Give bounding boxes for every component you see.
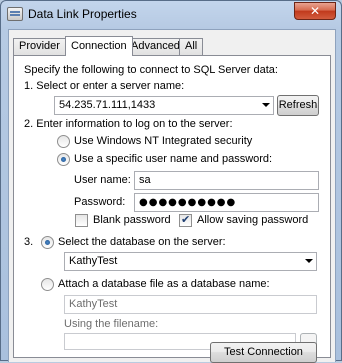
data-link-properties-window: Data Link Properties ✕ Provider Connecti…	[0, 0, 342, 363]
radio-nt-security-label: Use Windows NT Integrated security	[74, 135, 253, 147]
dialog-body: Provider Connection Advanced All Specify…	[8, 29, 336, 363]
tab-connection[interactable]: Connection	[65, 36, 133, 56]
title-bar: Data Link Properties ✕	[1, 1, 341, 29]
server-name-combo[interactable]: 54.235.71.111,1433	[54, 96, 274, 115]
blank-password-checkbox[interactable]	[75, 214, 88, 227]
blank-password-label: Blank password	[93, 214, 171, 226]
close-button[interactable]: ✕	[294, 2, 336, 20]
radio-select-database[interactable]	[41, 236, 54, 249]
window-title: Data Link Properties	[28, 7, 137, 21]
chevron-down-icon[interactable]	[262, 103, 270, 107]
using-filename-label: Using the filename:	[64, 318, 159, 330]
tab-provider[interactable]: Provider	[13, 38, 66, 55]
step2-label: 2. Enter information to log on to the se…	[24, 118, 233, 130]
radio-specific-user[interactable]	[57, 153, 70, 166]
password-label: Password:	[74, 196, 126, 208]
radio-attach-database-label: Attach a database file as a database nam…	[58, 278, 270, 290]
radio-select-database-label: Select the database on the server:	[58, 236, 226, 248]
username-label: User name:	[74, 174, 131, 186]
radio-specific-user-label: Use a specific user name and password:	[74, 153, 273, 165]
radio-nt-security[interactable]	[57, 135, 70, 148]
password-input[interactable]: ●●●●●●●●●●	[134, 193, 319, 212]
data-link-icon	[7, 7, 23, 21]
intro-text: Specify the following to connect to SQL …	[24, 64, 278, 76]
tab-advanced[interactable]: Advanced	[125, 38, 186, 55]
allow-saving-password-checkbox[interactable]	[179, 213, 192, 227]
refresh-button[interactable]: Refresh	[277, 95, 319, 116]
database-combo[interactable]: KathyTest	[64, 252, 317, 271]
allow-saving-password-label: Allow saving password	[197, 214, 309, 226]
step1-label: 1. Select or enter a server name:	[24, 80, 185, 92]
username-input[interactable]: sa	[134, 171, 319, 190]
database-value: KathyTest	[69, 255, 118, 267]
test-connection-button[interactable]: Test Connection	[210, 342, 317, 363]
server-name-value: 54.235.71.111,1433	[59, 99, 156, 111]
attach-database-name-input[interactable]: KathyTest	[64, 295, 317, 314]
connection-panel: Specify the following to connect to SQL …	[13, 55, 331, 358]
tab-all[interactable]: All	[179, 38, 204, 55]
chevron-down-icon[interactable]	[305, 259, 313, 263]
radio-attach-database[interactable]	[41, 278, 54, 291]
step3-label: 3.	[24, 236, 34, 248]
